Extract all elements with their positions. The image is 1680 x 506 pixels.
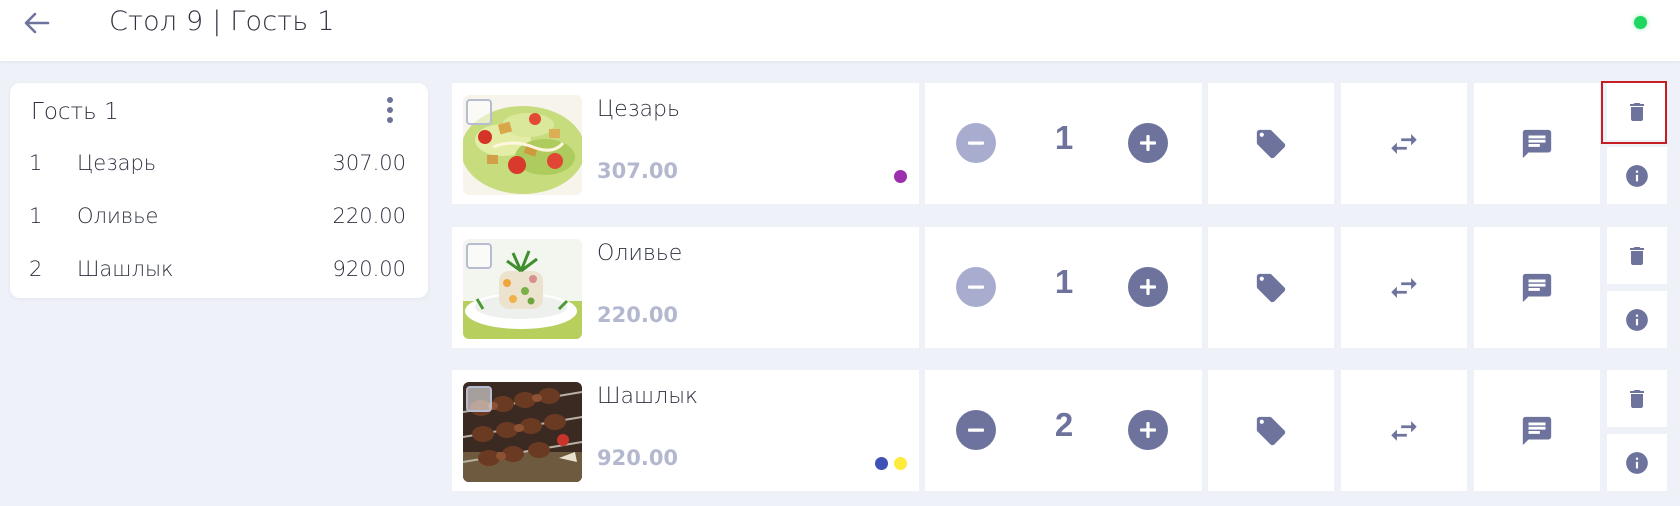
discount-button[interactable] [1208,83,1334,204]
dish-checkbox[interactable] [466,243,492,269]
tag-dot [875,457,888,470]
arrow-left-icon [24,12,50,34]
decrease-quantity-button[interactable] [956,123,996,163]
dish-card[interactable]: Оливье 220.00 [452,227,919,348]
info-icon [1626,164,1648,187]
increase-quantity-button[interactable] [1128,410,1168,450]
tag-icon [1256,273,1286,302]
top-bar: Стол 9 | Гость 1 [0,0,1680,61]
increase-quantity-button[interactable] [1128,267,1168,307]
move-item-button[interactable] [1341,227,1467,348]
tag-icon [1256,129,1286,158]
quantity-value: 1 [1054,119,1074,156]
quantity-stepper: 2 [925,370,1202,491]
decrease-quantity-button[interactable] [956,267,996,307]
summary-qty: 1 [29,151,43,175]
page-title: Стол 9 | Гость 1 [109,6,335,37]
guest-summary-card: Гость 1 1 Цезарь 307.00 1 Оливье 220.00 … [10,83,428,298]
connection-status-dot [1634,16,1647,29]
comment-button[interactable] [1474,227,1600,348]
summary-qty: 1 [29,204,43,228]
minus-icon [968,428,984,432]
dish-tags [894,170,907,183]
plus-icon [1140,135,1156,151]
comment-icon [1522,416,1552,445]
summary-price: 307.00 [332,151,406,175]
delete-button[interactable] [1607,227,1667,284]
dish-card[interactable]: Цезарь 307.00 [452,83,919,204]
summary-qty: 2 [29,257,43,281]
dish-checkbox[interactable] [466,99,492,125]
trash-icon [1630,102,1644,121]
info-icon [1626,451,1648,474]
quantity-value: 2 [1054,406,1074,443]
order-row-shashlik: Шашлык 920.00 2 [452,370,1680,491]
summary-price: 920.00 [332,257,406,281]
comment-icon [1522,273,1552,302]
dish-price: 920.00 [597,446,679,470]
dish-card[interactable]: Шашлык 920.00 [452,370,919,491]
minus-icon [968,141,984,145]
comment-icon [1522,129,1552,158]
quantity-stepper: 1 [925,83,1202,204]
order-row-caesar: Цезарь 307.00 1 [452,83,1680,204]
trash-icon [1630,246,1644,265]
dish-checkbox[interactable] [466,386,492,412]
summary-name: Оливье [77,204,159,228]
info-button[interactable] [1607,291,1667,348]
dish-tags [875,457,907,470]
summary-price: 220.00 [332,204,406,228]
dish-price: 220.00 [597,303,679,327]
delete-button[interactable] [1607,370,1667,427]
discount-button[interactable] [1208,370,1334,491]
dish-name: Шашлык [597,384,699,409]
plus-icon [1140,279,1156,295]
back-button[interactable] [20,8,54,38]
decrease-quantity-button[interactable] [956,410,996,450]
more-vertical-icon[interactable] [380,95,400,125]
increase-quantity-button[interactable] [1128,123,1168,163]
info-icon [1626,308,1648,331]
dish-name: Оливье [597,241,683,266]
summary-row: 2 Шашлык 920.00 [10,251,428,291]
minus-icon [968,285,984,289]
summary-name: Цезарь [77,151,157,175]
order-row-olivier: Оливье 220.00 1 [452,227,1680,348]
tag-dot [894,457,907,470]
plus-icon [1140,422,1156,438]
summary-row: 1 Оливье 220.00 [10,198,428,238]
swap-arrows-icon [1391,277,1417,298]
quantity-value: 1 [1054,263,1074,300]
trash-icon [1630,389,1644,408]
tag-dot [894,170,907,183]
comment-button[interactable] [1474,370,1600,491]
summary-name: Шашлык [77,257,174,281]
move-item-button[interactable] [1341,83,1467,204]
info-button[interactable] [1607,434,1667,491]
summary-row: 1 Цезарь 307.00 [10,145,428,185]
delete-button[interactable] [1607,83,1667,140]
comment-button[interactable] [1474,83,1600,204]
dish-price: 307.00 [597,159,679,183]
tag-icon [1256,416,1286,445]
info-button[interactable] [1607,147,1667,204]
quantity-stepper: 1 [925,227,1202,348]
swap-arrows-icon [1391,420,1417,441]
discount-button[interactable] [1208,227,1334,348]
move-item-button[interactable] [1341,370,1467,491]
swap-arrows-icon [1391,133,1417,154]
guest-name: Гость 1 [31,99,119,125]
dish-name: Цезарь [597,97,680,122]
